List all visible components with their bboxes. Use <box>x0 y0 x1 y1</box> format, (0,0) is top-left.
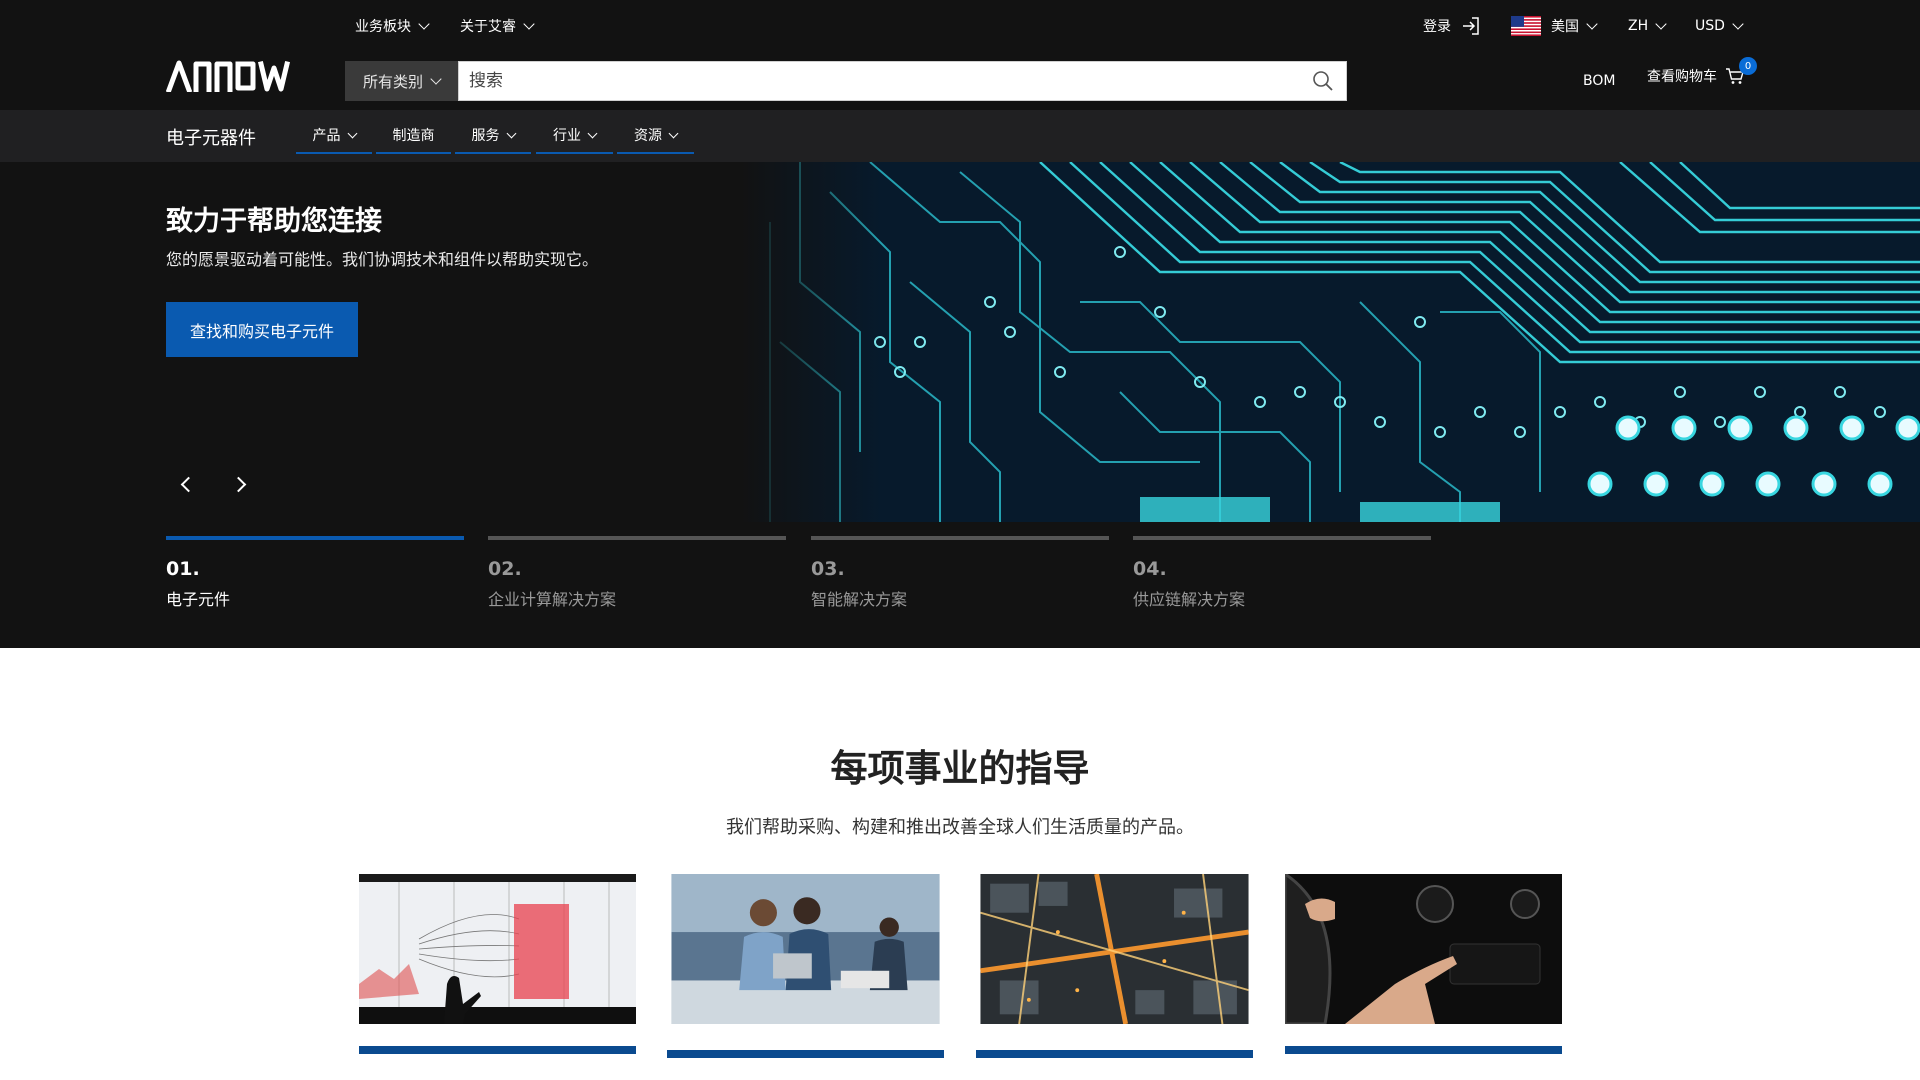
chevron-right-icon <box>230 476 247 493</box>
card-image-lab <box>671 874 940 1024</box>
currency-selector[interactable]: USD <box>1695 14 1744 38</box>
cart-label: 查看购物车 <box>1647 69 1717 85</box>
nav-title: 电子元器件 <box>166 128 256 149</box>
cart-count-badge: 0 <box>1739 57 1757 75</box>
hero-title: 致力于帮助您连接 <box>166 206 382 237</box>
carousel-next-button[interactable] <box>228 472 254 498</box>
search-field <box>458 61 1347 101</box>
carousel-tab-label: 供应链解决方案 <box>1133 590 1246 609</box>
nav-item-services[interactable]: 服务 <box>455 118 531 154</box>
nav-item-manufacturers[interactable]: 制造商 <box>376 118 451 154</box>
carousel-tab-number: 02. <box>488 558 522 580</box>
arrow-logo[interactable] <box>166 60 306 92</box>
currency-label: USD <box>1695 18 1725 34</box>
search-button[interactable] <box>1300 62 1346 100</box>
search-icon <box>1313 71 1333 91</box>
nav-item-industries[interactable]: 行业 <box>536 118 613 154</box>
carousel-tab-indicator <box>166 536 464 540</box>
login-label: 登录 <box>1423 19 1451 35</box>
carousel-tab-indicator <box>488 536 786 540</box>
guide-card-1[interactable] <box>359 874 636 1054</box>
nav-item-products[interactable]: 产品 <box>296 118 372 154</box>
chevron-down-icon <box>587 128 598 138</box>
card-image-city <box>980 873 1249 1025</box>
chevron-down-icon <box>506 128 516 138</box>
card-accent-line <box>359 1046 636 1054</box>
nav-item-label: 产品 <box>312 128 341 144</box>
about-menu-label: 关于艾睿 <box>460 19 516 35</box>
section-title: 每项事业的指导 <box>830 747 1090 790</box>
card-accent-line <box>667 1050 944 1058</box>
category-dropdown[interactable]: 所有类别 <box>345 61 458 101</box>
nav-item-resources[interactable]: 资源 <box>617 118 694 154</box>
chevron-left-icon <box>180 476 197 493</box>
carousel-tab-label: 企业计算解决方案 <box>488 590 617 609</box>
business-menu[interactable]: 业务板块 <box>355 14 430 38</box>
chevron-down-icon <box>347 128 357 138</box>
carousel-tab-4[interactable]: 04. 供应链解决方案 <box>1133 536 1431 609</box>
nav-item-label: 资源 <box>634 128 662 144</box>
language-selector[interactable]: ZH <box>1628 14 1667 38</box>
category-dropdown-label: 所有类别 <box>362 72 423 91</box>
carousel-tab-indicator <box>811 536 1109 540</box>
chevron-down-icon <box>668 128 679 138</box>
country-selector[interactable]: 美国 <box>1511 14 1598 38</box>
carousel-tab-number: 01. <box>166 558 200 580</box>
bom-label: BOM <box>1583 73 1616 89</box>
carousel-tab-3[interactable]: 03. 智能解决方案 <box>811 536 1109 609</box>
card-image-car-interior <box>1283 871 1562 1026</box>
search-input[interactable] <box>469 71 1300 91</box>
language-label: ZH <box>1628 18 1649 34</box>
carousel-tab-label: 电子元件 <box>166 590 231 609</box>
card-accent-line <box>976 1050 1253 1058</box>
chevron-down-icon <box>1586 18 1598 30</box>
login-icon <box>1463 17 1479 35</box>
bom-link[interactable]: BOM <box>1583 69 1615 93</box>
nav-item-label: 行业 <box>553 128 581 144</box>
business-menu-label: 业务板块 <box>355 19 411 35</box>
us-flag-icon <box>1511 16 1541 36</box>
cart-button[interactable]: 查看购物车 <box>1647 66 1745 86</box>
nav-item-label: 服务 <box>471 128 500 144</box>
category-nav <box>0 110 1920 162</box>
carousel-tab-number: 04. <box>1133 558 1167 580</box>
carousel-tab-2[interactable]: 02. 企业计算解决方案 <box>488 536 786 609</box>
guide-card-4[interactable] <box>1283 871 1562 1054</box>
chevron-down-icon <box>523 18 535 30</box>
carousel-tab-label: 智能解决方案 <box>811 590 908 609</box>
chevron-down-icon <box>418 18 430 30</box>
guide-card-3[interactable] <box>976 873 1253 1058</box>
search-bar: 所有类别 <box>345 61 1347 101</box>
login-link[interactable]: 登录 <box>1423 14 1481 38</box>
carousel-tab-1[interactable]: 01. 电子元件 <box>166 536 464 609</box>
about-menu[interactable]: 关于艾睿 <box>460 14 535 38</box>
hero-subtitle: 您的愿景驱动着可能性。我们协调技术和组件以帮助实现它。 <box>166 250 599 269</box>
find-buy-components-button[interactable]: 查找和购买电子元件 <box>166 302 358 357</box>
chevron-down-icon <box>1655 18 1667 30</box>
guide-card-2[interactable] <box>667 874 944 1058</box>
country-label: 美国 <box>1551 19 1579 35</box>
chevron-down-icon <box>430 73 442 85</box>
carousel-tab-number: 03. <box>811 558 845 580</box>
carousel-prev-button[interactable] <box>174 472 200 498</box>
circuit-board-image <box>740 162 1920 522</box>
nav-item-label: 制造商 <box>392 128 435 144</box>
card-accent-line <box>1285 1046 1562 1054</box>
section-subtitle: 我们帮助采购、构建和推出改善全球人们生活质量的产品。 <box>726 817 1194 838</box>
chevron-down-icon <box>1732 18 1744 30</box>
card-image-data-wall <box>359 874 636 1024</box>
carousel-tab-indicator <box>1133 536 1431 540</box>
